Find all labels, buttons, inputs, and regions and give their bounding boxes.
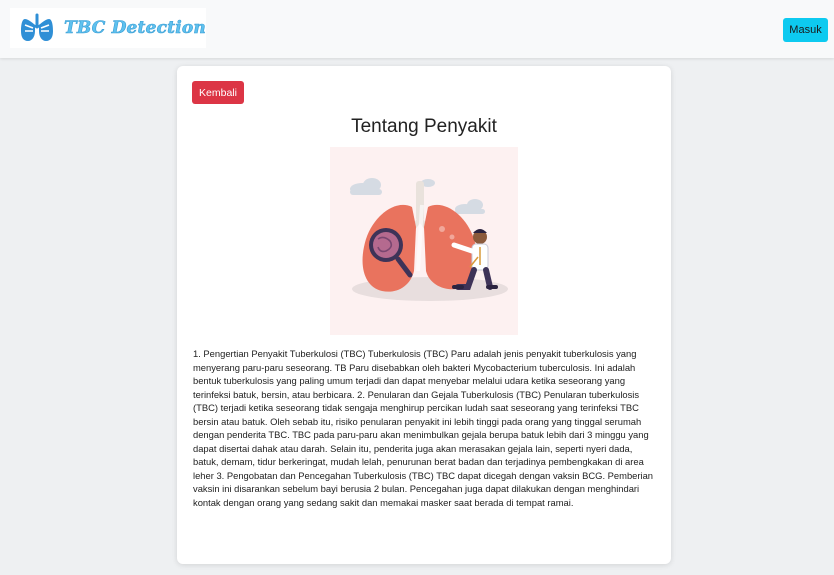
login-button[interactable]: Masuk	[783, 18, 828, 42]
disease-description: 1. Pengertian Penyakit Tuberkulosi (TBC)…	[193, 348, 654, 508]
page-title: Tentang Penyakit	[351, 116, 497, 137]
lungs-doctor-illustration	[330, 147, 518, 335]
lungs-logo-icon	[21, 13, 53, 41]
back-button[interactable]: Kembali	[192, 81, 244, 104]
disease-info-card: Kembali Tentang Penyakit 1. Pengertian P…	[177, 66, 671, 564]
brand-name: TBC Detection	[64, 18, 206, 39]
navbar: TBC Detection Masuk	[0, 0, 834, 58]
lungs-doctor-icon	[350, 178, 508, 301]
brand-logo-link[interactable]: TBC Detection	[10, 8, 206, 48]
